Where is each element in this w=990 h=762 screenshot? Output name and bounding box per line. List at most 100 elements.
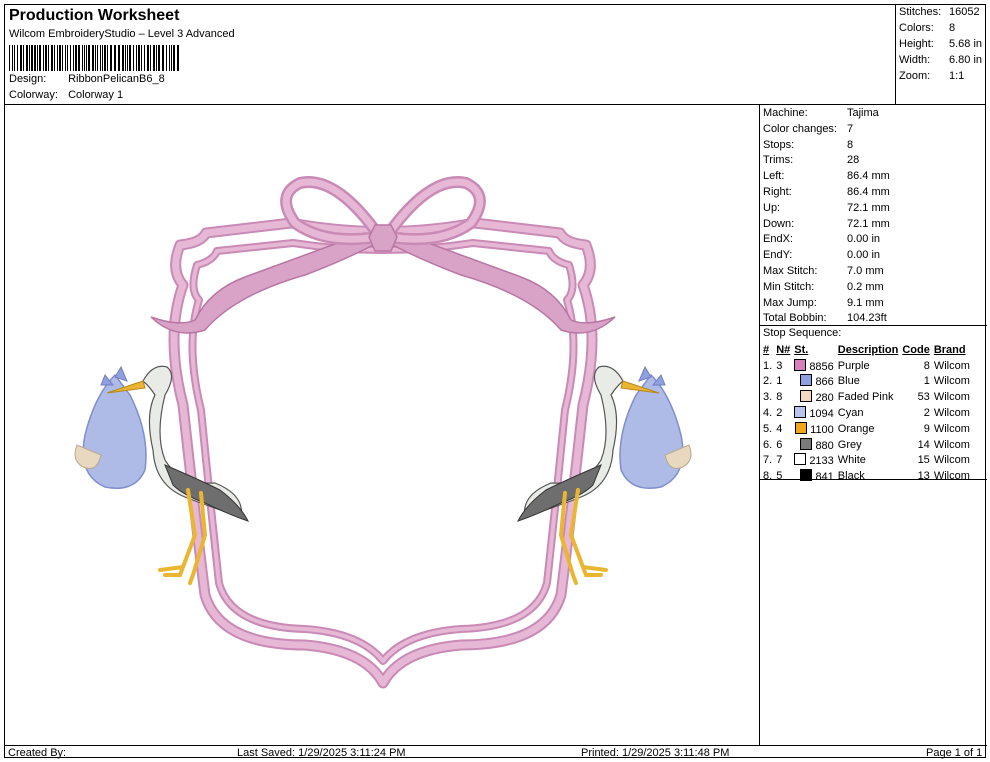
table-row: 1. 3 8856 Purple 8 Wilcom [761,358,972,374]
property-value: 72.1 mm [847,201,890,214]
property-value: 7 [847,122,854,135]
property-label: Total Bobbin: [763,312,827,325]
property-row: Color changes: 7 [763,123,853,135]
color-description: Black [837,470,865,483]
property-label: Stops: [763,138,795,151]
stitch-count-value: 866 [815,376,834,389]
needle-number: 3 [776,359,783,372]
stop-number: 7. [763,454,773,467]
table-row: 3. 8 280 Faded Pink 53 Wilcom [761,389,972,405]
thread-code: 9 [923,422,930,435]
summary-value: 6.80 in [949,54,983,66]
property-value: 72.1 mm [847,217,890,230]
stop-number: 3. [763,391,773,404]
color-swatch [794,358,807,371]
property-value: 9.1 mm [847,296,884,309]
stitch-count-value: 841 [815,471,834,484]
color-swatch [794,406,807,419]
needle-number: 5 [776,470,783,483]
page-number: Page 1 of 1 [926,747,983,759]
color-description: Grey [837,438,862,451]
divider [760,479,987,480]
color-swatch [800,374,813,387]
col-needle: N# [776,343,791,356]
color-description: Faded Pink [837,391,894,404]
summary-label: Width: [899,54,931,66]
thread-code: 15 [917,454,930,467]
thread-brand: Wilcom [933,422,970,435]
property-row: Min Stitch: 0.2 mm [763,281,884,293]
property-row: EndY: 0.00 in [763,249,880,261]
needle-number: 4 [776,422,783,435]
property-row: EndX: 0.00 in [763,233,880,245]
col-stop: # [763,343,770,356]
printed-date: Printed: 1/29/2025 3:11:48 PM [581,747,730,759]
property-value: 104.23ft [847,312,887,325]
property-row: Trims: 28 [763,154,859,166]
property-row: Max Jump: 9.1 mm [763,297,884,309]
colorway-value: Colorway 1 [68,89,124,101]
summary-colors: Colors: 8 [899,22,955,34]
page-title: Production Worksheet [9,7,180,24]
property-label: Down: [763,217,795,230]
summary-label: Stitches: [899,6,942,18]
property-label: Up: [763,201,781,214]
bow-knot [368,224,398,252]
thread-code: 13 [917,470,930,483]
barcode [9,45,249,71]
property-label: Color changes: [763,122,837,135]
property-value: 0.2 mm [847,280,884,293]
header: Production Worksheet Wilcom EmbroiderySt… [5,5,895,105]
summary-label: Zoom: [899,70,931,82]
thread-brand: Wilcom [933,470,970,483]
property-label: EndX: [763,233,793,246]
last-saved: Last Saved: 1/29/2025 3:11:24 PM [237,747,406,759]
color-description: Purple [837,359,870,372]
design-value: RibbonPelicanB6_8 [68,73,165,85]
thread-brand: Wilcom [933,391,970,404]
barcode-bar [179,45,180,71]
stitch-count-value: 1100 [810,423,834,436]
stitch-count-value: 8856 [809,360,834,373]
thread-brand: Wilcom [933,375,970,388]
stitch-count: 280 [792,389,836,405]
thread-brand: Wilcom [933,454,970,467]
table-row: 2. 1 866 Blue 1 Wilcom [761,374,972,390]
property-row: Up: 72.1 mm [763,202,890,214]
table-row: 8. 5 841 Black 13 Wilcom [761,468,972,484]
color-swatch [800,390,813,403]
summary-value: 5.68 in [949,38,983,50]
created-by: Created By: [8,747,67,759]
stop-number: 1. [763,359,773,372]
summary-value: 16052 [949,6,980,18]
property-label: EndY: [763,249,793,262]
property-value: 0.00 in [847,233,881,246]
table-row: 5. 4 1100 Orange 9 Wilcom [761,421,972,437]
thread-brand: Wilcom [933,438,970,451]
property-row: Machine: Tajima [763,107,879,119]
property-row: Left: 86.4 mm [763,170,890,182]
summary-panel: Stitches: 16052 Colors: 8 Height: 5.68 in W… [895,5,985,105]
stitch-count: 866 [792,374,836,390]
stitch-count: 1094 [792,405,836,421]
thread-brand: Wilcom [933,359,970,372]
summary-stitches: Stitches: 16052 [899,6,980,18]
property-value: 86.4 mm [847,186,890,198]
col-brand: Brand [933,343,966,356]
needle-number: 7 [776,454,783,467]
design-preview [5,105,760,745]
summary-height: Height: 5.68 in [899,38,982,50]
property-row: Total Bobbin: 104.23ft [763,312,887,324]
property-value: 8 [847,138,854,151]
divider [760,325,987,326]
stitch-count: 841 [792,468,836,484]
property-row: Max Stitch: 7.0 mm [763,265,884,277]
property-value: 86.4 mm [847,170,890,183]
machine-properties-panel: Machine: Tajima Color changes: 7 Stops: 8 Trim… [760,105,987,745]
stitch-count: 2133 [792,453,836,469]
property-label: Max Jump: [763,296,817,309]
stop-number: 5. [763,422,773,435]
stitch-count-value: 280 [815,392,834,405]
property-label: Left: [763,170,785,183]
colorway-row: Colorway: Colorway 1 [9,89,123,101]
